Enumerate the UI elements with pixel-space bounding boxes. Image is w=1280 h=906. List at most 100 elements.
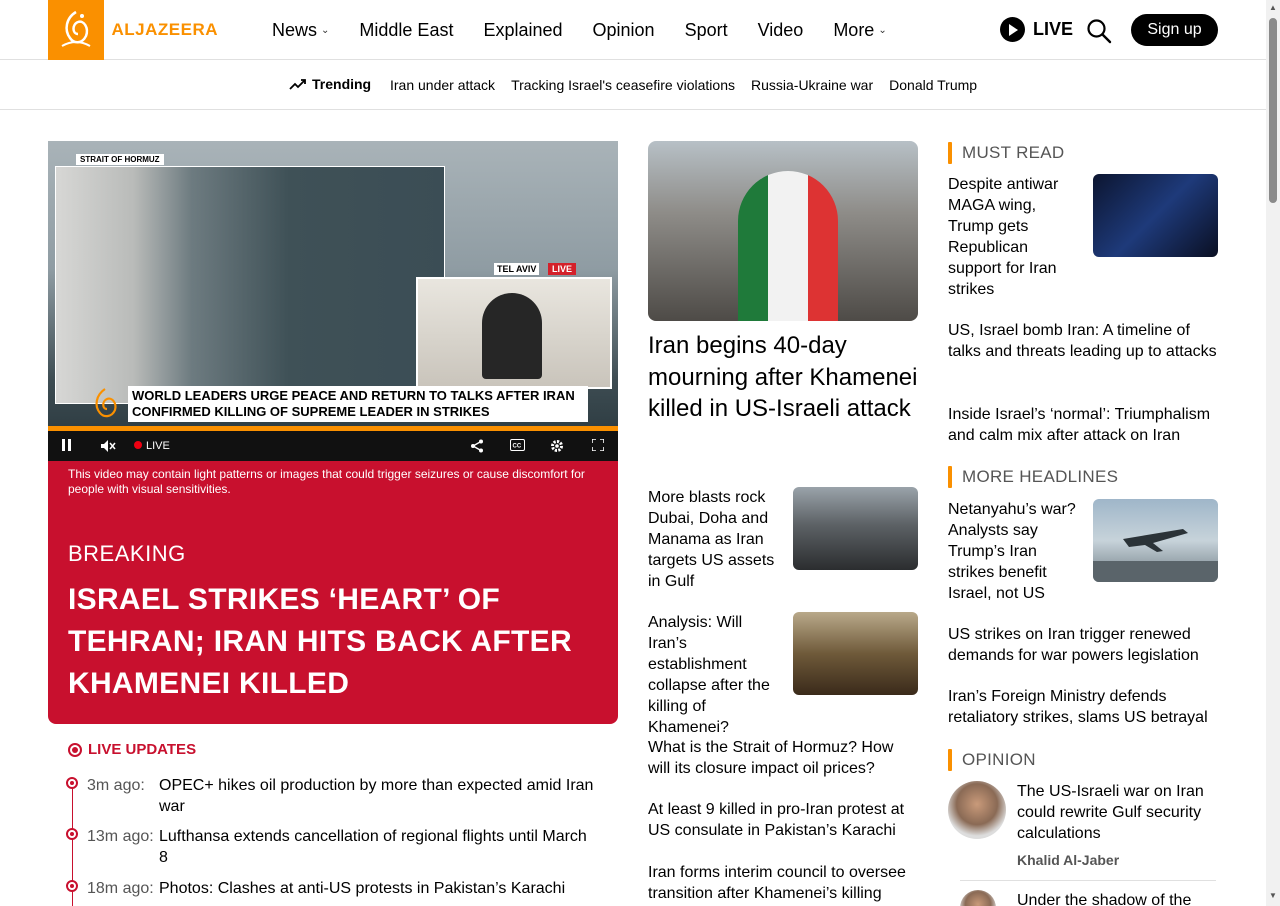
nav-label: Sport <box>684 19 728 40</box>
headline-item[interactable]: Netanyahu’s war? Analysts say Trump’s Ir… <box>948 499 1083 604</box>
section-accent-bar <box>948 142 952 164</box>
trending-label: Trending <box>289 76 371 92</box>
pause-icon[interactable] <box>62 439 72 454</box>
trending-links: Iran under attack Tracking Israel's ceas… <box>390 77 993 93</box>
trending-link[interactable]: Tracking Israel's ceasefire violations <box>511 77 735 93</box>
aljazeera-logo[interactable]: ALJAZEERA <box>48 0 218 60</box>
breaking-label: BREAKING <box>68 541 186 566</box>
live-button[interactable]: LIVE <box>1000 17 1073 42</box>
share-icon[interactable] <box>470 439 484 456</box>
scroll-up-icon[interactable]: ▲ <box>1269 4 1277 12</box>
nav-label: More <box>833 19 875 40</box>
trending-link[interactable]: Iran under attack <box>390 77 495 93</box>
timeline-dot-icon <box>66 880 78 892</box>
update-time: 3m ago: <box>87 777 145 794</box>
section-accent-bar <box>948 466 952 488</box>
trending-up-icon <box>289 78 307 90</box>
page-scrollbar[interactable]: ▲ ▼ <box>1266 0 1280 906</box>
story-headline[interactable]: Analysis: Will Iran’s establishment coll… <box>648 612 783 738</box>
must-read-item[interactable]: Despite antiwar MAGA wing, Trump gets Re… <box>948 174 1083 300</box>
video-live-tag: LIVE <box>548 263 577 275</box>
opinion-author[interactable]: Khalid Al-Jaber <box>1017 852 1119 868</box>
update-time: 18m ago: <box>87 880 154 897</box>
live-dot-icon <box>134 441 142 449</box>
sign-up-button[interactable]: Sign up <box>1131 14 1218 46</box>
nav-label: News <box>272 19 318 40</box>
timeline-dot-icon <box>66 828 78 840</box>
section-accent-bar <box>948 749 952 771</box>
story-headline[interactable]: More blasts rock Dubai, Doha and Manama … <box>648 487 783 592</box>
opinion-heading: OPINION <box>948 749 1036 771</box>
breaking-news-card[interactable]: This video may contain light patterns or… <box>48 461 618 724</box>
must-read-item[interactable]: Inside Israel’s ‘normal’: Triumphalism a… <box>948 404 1218 446</box>
update-time: 13m ago: <box>87 828 154 845</box>
story-thumbnail[interactable] <box>793 487 918 570</box>
mute-icon[interactable] <box>100 439 116 456</box>
scroll-thumb[interactable] <box>1269 18 1277 203</box>
lead-story-headline[interactable]: Iran begins 40-day mourning after Khamen… <box>648 330 918 425</box>
headline-item[interactable]: Iran’s Foreign Ministry defends retaliat… <box>948 686 1218 728</box>
nav-video[interactable]: Video <box>758 20 804 41</box>
controls-live-label: LIVE <box>146 440 170 452</box>
captions-icon[interactable]: CC <box>510 439 525 454</box>
nav-label: Opinion <box>592 19 655 40</box>
live-updates-heading[interactable]: LIVE UPDATES <box>68 741 196 758</box>
svg-text:CC: CC <box>513 444 522 450</box>
nav-label: Explained <box>483 19 563 40</box>
author-avatar[interactable] <box>948 781 1006 839</box>
live-label: LIVE <box>1033 19 1074 39</box>
trending-text: Trending <box>312 76 372 92</box>
headline-item[interactable]: US strikes on Iran trigger renewed deman… <box>948 624 1218 666</box>
story-link[interactable]: Iran forms interim council to oversee tr… <box>648 862 918 904</box>
video-pip-feed <box>416 277 612 389</box>
nav-middle-east[interactable]: Middle East <box>359 20 453 41</box>
must-read-thumbnail[interactable] <box>1093 174 1218 257</box>
mourner-figure <box>738 171 838 321</box>
must-read-heading: MUST READ <box>948 142 1065 164</box>
video-main-feed <box>55 166 445 404</box>
opinion-headline[interactable]: Under the shadow of the <box>1017 890 1217 906</box>
nav-label: Middle East <box>359 19 454 40</box>
video-controls: LIVE CC <box>48 431 618 461</box>
news-lower-third: WORLD LEADERS URGE PEACE AND RETURN TO T… <box>128 386 588 422</box>
section-title-text: OPINION <box>962 750 1036 769</box>
story-thumbnail[interactable] <box>793 612 918 695</box>
nav-opinion[interactable]: Opinion <box>593 20 655 41</box>
trending-link[interactable]: Russia-Ukraine war <box>751 77 873 93</box>
reporter-figure <box>482 293 542 379</box>
breaking-headline[interactable]: ISRAEL STRIKES ‘HEART’ OF TEHRAN; IRAN H… <box>68 579 598 705</box>
search-icon[interactable] <box>1086 18 1112 44</box>
nav-sport[interactable]: Sport <box>685 20 728 41</box>
video-player[interactable]: STRAIT OF HORMUZ TEL AVIV LIVE WORLD LEA… <box>48 141 618 461</box>
update-text[interactable]: OPEC+ hikes oil production by more than … <box>159 775 599 817</box>
scroll-down-icon[interactable]: ▼ <box>1269 892 1277 900</box>
video-corner-tag: STRAIT OF HORMUZ <box>76 154 164 165</box>
must-read-item[interactable]: US, Israel bomb Iran: A timeline of talk… <box>948 320 1218 362</box>
live-indicator: LIVE <box>134 440 170 452</box>
chevron-down-icon: ⌄ <box>321 24 330 36</box>
opinion-headline[interactable]: The US-Israeli war on Iran could rewrite… <box>1017 781 1217 844</box>
headline-thumbnail[interactable] <box>1093 499 1218 582</box>
settings-gear-icon[interactable] <box>550 439 564 456</box>
author-avatar[interactable] <box>960 890 996 906</box>
trending-link[interactable]: Donald Trump <box>889 77 977 93</box>
nav-label: Video <box>757 19 804 40</box>
update-text[interactable]: Lufthansa extends cancellation of region… <box>159 826 599 868</box>
story-link[interactable]: What is the Strait of Hormuz? How will i… <box>648 737 918 779</box>
story-link[interactable]: At least 9 killed in pro-Iran protest at… <box>648 799 918 841</box>
location-tag: TEL AVIV <box>494 263 540 275</box>
nav-news[interactable]: News ⌄ <box>272 20 329 41</box>
nav-explained[interactable]: Explained <box>483 20 562 41</box>
update-text[interactable]: Photos: Clashes at anti-US protests in P… <box>159 878 599 899</box>
logo-text: ALJAZEERA <box>111 20 218 39</box>
live-pulse-icon <box>68 742 82 757</box>
lead-story-image[interactable] <box>648 141 918 321</box>
section-title-text: MUST READ <box>962 143 1065 162</box>
timeline-dot-icon <box>66 777 78 789</box>
chevron-down-icon: ⌄ <box>878 24 887 36</box>
seizure-warning: This video may contain light patterns or… <box>68 467 585 496</box>
nav-more[interactable]: More ⌄ <box>833 20 886 41</box>
main-nav: News ⌄ Middle East Explained Opinion Spo… <box>272 0 917 60</box>
play-icon <box>1000 17 1025 42</box>
fullscreen-icon[interactable] <box>591 438 605 454</box>
